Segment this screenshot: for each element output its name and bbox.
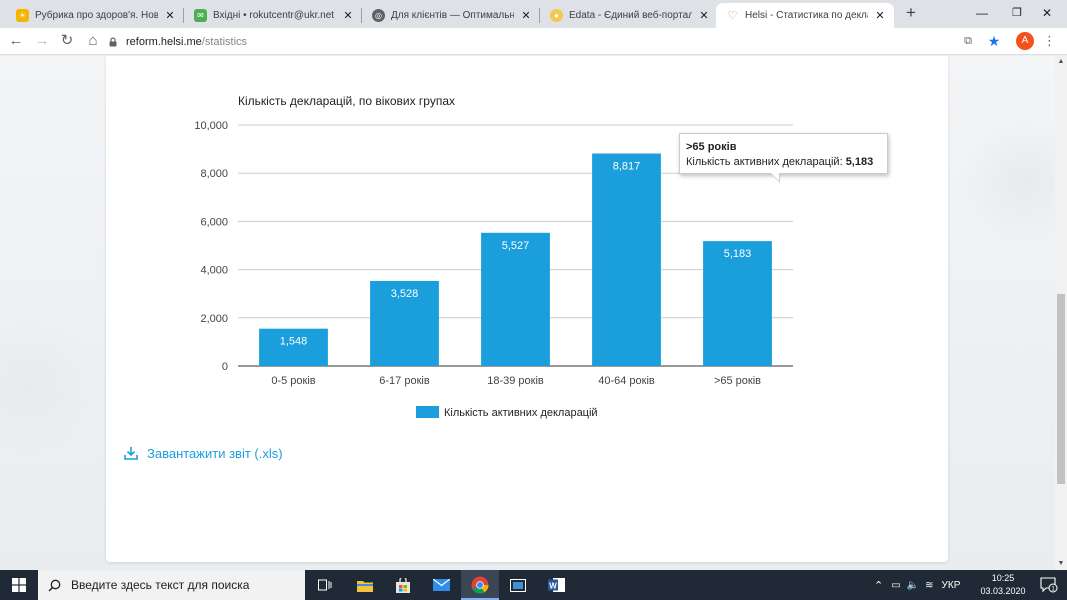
bar-data-label: 1,548 (280, 336, 308, 348)
y-tick-label: 2,000 (200, 313, 228, 325)
y-tick-label: 4,000 (200, 265, 228, 277)
scrollbar-thumb[interactable] (1057, 294, 1065, 484)
taskbar-clock[interactable]: 10:25 03.03.2020 (978, 572, 1028, 598)
y-axis-ticks: 0 2,000 4,000 6,000 8,000 10,000 (194, 120, 228, 373)
x-tick-label: 6-17 років (379, 375, 430, 387)
x-tick-label: 40-64 років (598, 375, 655, 387)
taskbar-search-box[interactable]: Введите здесь текст для поиска (38, 570, 305, 600)
action-center-button[interactable]: 1 (1030, 570, 1067, 600)
page-scrollbar[interactable]: ▲ ▼ (1055, 56, 1067, 570)
clock-date: 03.03.2020 (980, 586, 1026, 596)
y-tick-label: 0 (222, 361, 228, 373)
bar-data-label: 5,527 (502, 240, 530, 252)
chart-legend: Кількість активних декларацій (416, 406, 598, 419)
y-tick-label: 6,000 (200, 216, 228, 228)
notification-count: 1 (1051, 586, 1055, 593)
volume-icon[interactable]: 🔈 (907, 580, 919, 591)
tooltip-label: Кількість активних декларацій: (686, 156, 846, 168)
notification-icon: 1 (1039, 577, 1057, 593)
chrome-taskbar-icon[interactable] (461, 570, 499, 600)
battery-icon[interactable]: ▭ (891, 580, 900, 591)
input-language[interactable]: УКР (942, 580, 961, 591)
file-explorer-icon[interactable] (346, 570, 384, 600)
search-placeholder: Введите здесь текст для поиска (71, 578, 250, 592)
scroll-down-arrow-icon[interactable]: ▼ (1055, 558, 1067, 570)
word-icon[interactable]: W (537, 570, 575, 600)
windows-logo-icon (12, 578, 26, 592)
chart-bars: 1,548 3,528 5,527 8,817 5,183 (259, 153, 772, 366)
tooltip-body: Кількість активних декларацій: 5,183 (686, 155, 881, 170)
scroll-up-arrow-icon[interactable]: ▲ (1055, 56, 1067, 68)
chart-title: Кількість декларацій, по вікових групах (238, 94, 455, 108)
windows-taskbar: Введите здесь текст для поиска W ⌃ ▭ 🔈 ≋… (0, 570, 1067, 600)
system-tray: ⌃ ▭ 🔈 ≋ УКР (874, 570, 960, 600)
tooltip-title: >65 років (686, 141, 737, 153)
bar-data-label: 8,817 (613, 161, 641, 173)
download-report-label: Завантажити звіт (.xls) (147, 445, 283, 461)
x-tick-label: 0-5 років (271, 375, 315, 387)
x-axis-labels: 0-5 років 6-17 років 18-39 років 40-64 рокі… (271, 375, 761, 387)
download-report-link[interactable]: Завантажити звіт (.xls) (123, 445, 283, 461)
svg-text:W: W (549, 582, 557, 591)
search-icon (48, 579, 61, 591)
tablet-app-icon[interactable] (499, 570, 537, 600)
legend-swatch (416, 406, 439, 418)
chart-bar[interactable] (592, 153, 661, 366)
chart-bar[interactable] (481, 232, 550, 366)
bar-data-label: 3,528 (391, 288, 419, 300)
legend-label: Кількість активних декларацій (444, 407, 598, 419)
y-tick-label: 10,000 (194, 120, 228, 132)
x-tick-label: >65 років (714, 375, 761, 387)
task-view-icon[interactable] (306, 570, 344, 600)
tooltip-value: 5,183 (845, 156, 874, 168)
clock-time: 10:25 (991, 573, 1015, 583)
mail-app-icon[interactable] (422, 570, 460, 600)
x-tick-label: 18-39 років (487, 375, 544, 387)
download-icon (124, 447, 138, 460)
start-button[interactable] (0, 570, 38, 600)
chevron-up-icon[interactable]: ⌃ (874, 579, 883, 592)
declarations-bar-chart: Кількість декларацій, по вікових групах … (194, 94, 793, 419)
y-tick-label: 8,000 (200, 168, 228, 180)
chart-tooltip: >65 років Кількість активних декларацій:… (679, 133, 888, 183)
bar-data-label: 5,183 (724, 248, 752, 260)
wifi-icon[interactable]: ≋ (925, 580, 933, 591)
store-icon[interactable] (384, 570, 422, 600)
